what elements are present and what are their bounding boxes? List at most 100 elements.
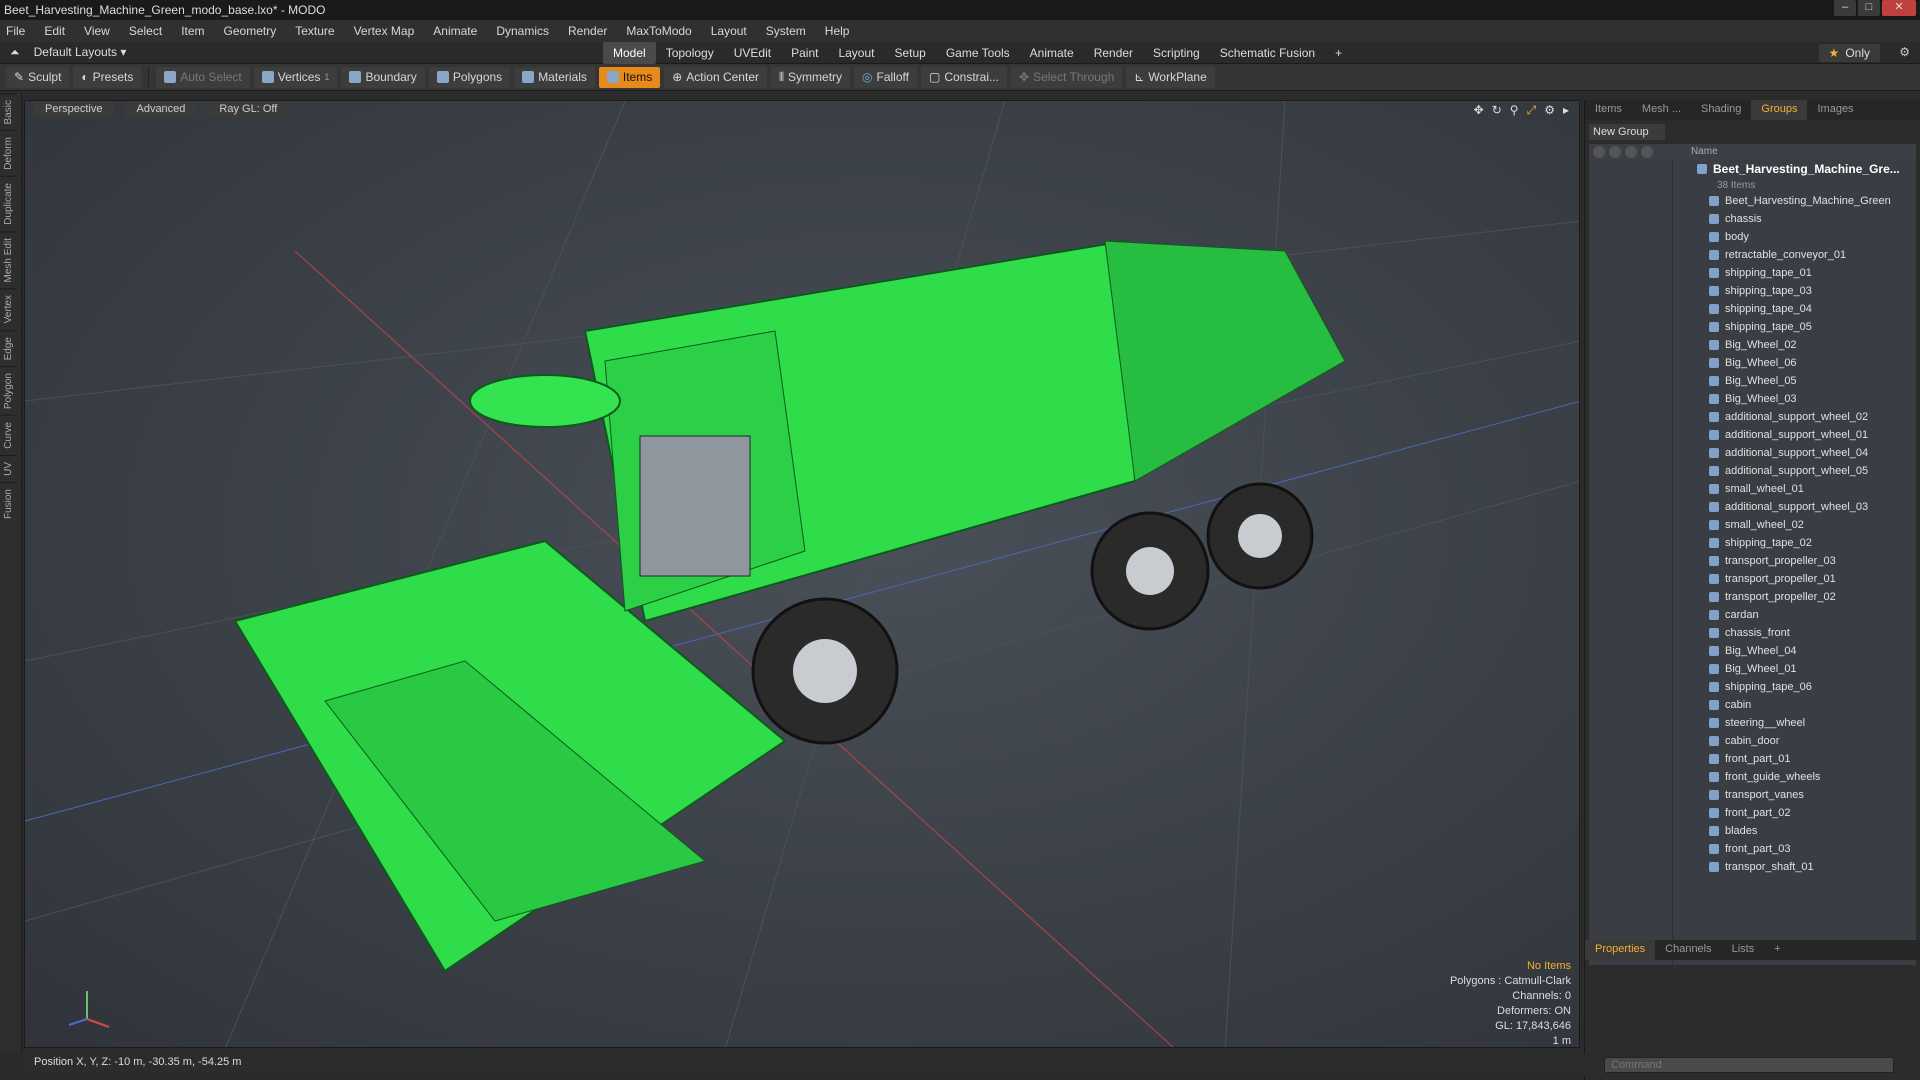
menu-file[interactable]: File — [6, 24, 25, 38]
raygl-toggle[interactable]: Ray GL: Off — [207, 101, 290, 117]
menu-help[interactable]: Help — [825, 24, 850, 38]
tab-paint[interactable]: Paint — [781, 42, 828, 64]
materials-button[interactable]: Materials — [514, 66, 595, 88]
constraints-button[interactable]: ▢ Constrai... — [920, 66, 1008, 88]
mesh-icon — [1709, 574, 1719, 584]
tab-items[interactable]: Items — [1585, 100, 1632, 120]
tab-images[interactable]: Images — [1807, 100, 1863, 120]
layout-up-icon[interactable]: ⏶ — [10, 45, 20, 60]
auto-select-button[interactable]: Auto Select — [156, 66, 250, 88]
menu-layout[interactable]: Layout — [711, 24, 747, 38]
tab-uv[interactable]: UV — [0, 454, 17, 482]
minimize-button[interactable]: – — [1834, 0, 1856, 16]
mesh-icon — [1709, 682, 1719, 692]
menu-vertex-map[interactable]: Vertex Map — [354, 24, 415, 38]
tab-channels[interactable]: Channels — [1655, 940, 1721, 960]
pan-icon[interactable]: ✥ — [1474, 103, 1484, 118]
menu-system[interactable]: System — [766, 24, 806, 38]
items-button[interactable]: Items — [598, 66, 661, 88]
tab-duplicate[interactable]: Duplicate — [0, 176, 17, 231]
tab-model[interactable]: Model — [603, 42, 656, 64]
tab-game-tools[interactable]: Game Tools — [936, 42, 1020, 64]
close-button[interactable]: ✕ — [1882, 0, 1916, 16]
workplane-icon: ⊾ — [1134, 70, 1145, 84]
tab-properties[interactable]: Properties — [1585, 940, 1656, 960]
tab-topology[interactable]: Topology — [656, 42, 724, 64]
lock-icon[interactable] — [1625, 146, 1637, 158]
vertices-button[interactable]: Vertices 1 — [253, 66, 338, 88]
select-through-button[interactable]: ✥ Select Through — [1011, 66, 1123, 88]
rotate-icon[interactable]: ↻ — [1492, 103, 1502, 118]
fit-icon[interactable]: ⤢ — [1527, 103, 1537, 118]
mesh-icon — [1709, 538, 1719, 548]
menu-texture[interactable]: Texture — [295, 24, 334, 38]
tab-uvedit[interactable]: UVEdit — [724, 42, 781, 64]
expand-arrow-icon[interactable]: ▸ — [1563, 103, 1569, 118]
menu-render[interactable]: Render — [568, 24, 607, 38]
maximize-button[interactable]: □ — [1858, 0, 1880, 16]
menu-animate[interactable]: Animate — [433, 24, 477, 38]
tab-basic[interactable]: Basic — [0, 93, 17, 131]
viewport-header: Perspective Advanced Ray GL: Off — [33, 101, 290, 117]
tab-groups[interactable]: Groups — [1751, 100, 1808, 120]
command-bar — [1584, 1054, 1920, 1076]
menu-geometry[interactable]: Geometry — [224, 24, 277, 38]
action-center-button[interactable]: ⊕ Action Center — [664, 66, 767, 88]
perspective-dropdown[interactable]: Perspective — [33, 101, 115, 117]
tab-render[interactable]: Render — [1084, 42, 1143, 64]
tab-deform[interactable]: Deform — [0, 130, 17, 177]
new-group-button[interactable]: New Group — [1589, 124, 1665, 140]
tab-polygon[interactable]: Polygon — [0, 366, 17, 416]
polygons-icon — [436, 71, 449, 83]
group-list[interactable]: Beet_Harvesting_Machine_Gre... 38 Items … — [1589, 160, 1916, 965]
select-icon[interactable] — [1641, 146, 1653, 158]
boundary-button[interactable]: Boundary — [341, 66, 425, 88]
tab-lists[interactable]: Lists — [1722, 940, 1765, 960]
viewport-settings-icon[interactable]: ⚙ — [1544, 103, 1555, 118]
advanced-dropdown[interactable]: Advanced — [124, 101, 198, 117]
tab-curve[interactable]: Curve — [0, 415, 17, 455]
mesh-icon — [1709, 268, 1719, 278]
list-item-label: Big_Wheel_06 — [1725, 357, 1797, 369]
polygons-button[interactable]: Polygons — [428, 66, 511, 88]
symmetry-icon: ⫴ — [778, 69, 785, 84]
layouts-dropdown[interactable]: Default Layouts ▾ — [34, 45, 127, 60]
command-input[interactable] — [1604, 1057, 1894, 1073]
visibility-icon[interactable] — [1593, 146, 1605, 158]
presets-button[interactable]: ◐ Presets — [73, 66, 142, 88]
render-icon[interactable] — [1609, 146, 1621, 158]
menu-edit[interactable]: Edit — [44, 24, 65, 38]
tab-vertex[interactable]: Vertex — [0, 288, 17, 330]
menu-dynamics[interactable]: Dynamics — [496, 24, 549, 38]
symmetry-button[interactable]: ⫴ Symmetry — [770, 66, 851, 88]
zoom-icon[interactable]: ⚲ — [1510, 103, 1519, 118]
sculpt-button[interactable]: ✎ Sculpt — [6, 66, 70, 88]
tab-schematic-fusion[interactable]: Schematic Fusion — [1210, 42, 1325, 64]
3d-viewport[interactable]: Perspective Advanced Ray GL: Off ✥ ↻ ⚲ ⤢… — [24, 100, 1580, 1048]
menu-item[interactable]: Item — [181, 24, 204, 38]
mesh-icon — [1709, 718, 1719, 728]
tab-edge[interactable]: Edge — [0, 329, 17, 367]
tab-fusion[interactable]: Fusion — [0, 481, 17, 525]
tab-mesh-edit[interactable]: Mesh Edit — [0, 230, 17, 289]
tab-layout[interactable]: Layout — [828, 42, 884, 64]
beet-harvester-model — [233, 239, 1346, 973]
gear-icon[interactable]: ⚙ — [1899, 45, 1910, 59]
axis-gizmo — [68, 991, 110, 1028]
tab-setup[interactable]: Setup — [884, 42, 935, 64]
tab-shading[interactable]: Shading — [1691, 100, 1751, 120]
menu-select[interactable]: Select — [129, 24, 162, 38]
only-button[interactable]: ★ Only — [1818, 44, 1880, 62]
gl-info: GL: 17,843,646 — [1495, 1020, 1571, 1032]
constraints-icon: ▢ — [928, 70, 941, 84]
menu-maxtomodo[interactable]: MaxToModo — [626, 24, 691, 38]
mesh-icon — [1709, 376, 1719, 386]
add-tab-button[interactable]: + — [1325, 42, 1352, 64]
menu-view[interactable]: View — [84, 24, 110, 38]
tab-animate[interactable]: Animate — [1020, 42, 1084, 64]
tab-scripting[interactable]: Scripting — [1143, 42, 1210, 64]
tab-mesh[interactable]: Mesh ... — [1632, 100, 1691, 120]
workplane-button[interactable]: ⊾ WorkPlane — [1126, 66, 1215, 88]
add-panel-tab-button[interactable]: + — [1764, 940, 1790, 960]
falloff-button[interactable]: ◎ Falloff — [854, 66, 917, 88]
